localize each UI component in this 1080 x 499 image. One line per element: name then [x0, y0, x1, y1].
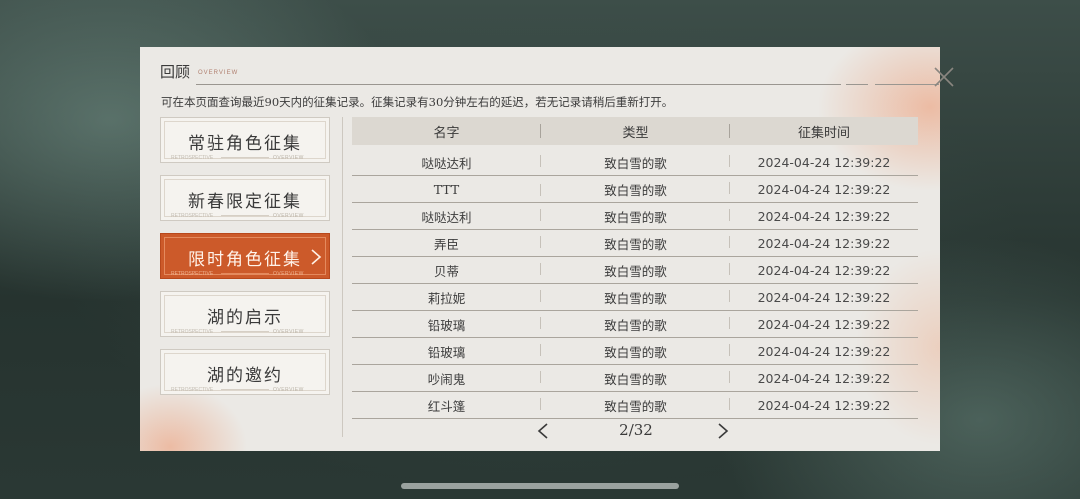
tab-new-year-recruit[interactable]: 新春限定征集 RETROSPECTIVE OVERVIEW — [160, 175, 330, 221]
cell-time: 2024-04-24 12:39:22 — [757, 235, 891, 251]
tab-limited-recruit[interactable]: 限时角色征集 RETROSPECTIVE OVERVIEW — [160, 233, 330, 279]
tab-deco-left: RETROSPECTIVE — [171, 387, 214, 393]
vertical-divider — [342, 117, 343, 437]
cell-type: 致白雪的歌 — [541, 180, 730, 199]
cell-time: 2024-04-24 12:39:22 — [757, 181, 891, 197]
title-divider — [196, 84, 841, 85]
table-row: 哒哒达利 致白雪的歌 2024-04-24 12:39:22 — [352, 149, 918, 176]
title-divider-short — [846, 84, 868, 85]
tab-label: 湖的邀约 — [207, 366, 283, 386]
title-divider-end — [875, 84, 939, 85]
close-icon — [934, 67, 954, 87]
category-tabs: 常驻角色征集 RETROSPECTIVE OVERVIEW 新春限定征集 RET… — [160, 117, 330, 407]
cell-time: 2024-04-24 12:39:22 — [757, 289, 891, 305]
cell-time: 2024-04-24 12:39:22 — [757, 262, 891, 278]
prev-page-button[interactable] — [536, 421, 550, 441]
panel-title: 回顾 — [160, 63, 191, 81]
cell-name: 哒哒达利 — [352, 207, 541, 226]
tab-deco-line — [221, 215, 269, 216]
cell-name: 铅玻璃 — [352, 315, 541, 334]
tab-deco-left: RETROSPECTIVE — [171, 271, 214, 277]
cell-type: 致白雪的歌 — [541, 288, 730, 307]
cell-type: 致白雪的歌 — [541, 369, 730, 388]
cell-type: 致白雪的歌 — [541, 396, 730, 415]
cell-name: 铅玻璃 — [352, 342, 541, 361]
cell-name: 哒哒达利 — [352, 153, 541, 172]
cell-time: 2024-04-24 12:39:22 — [757, 154, 891, 170]
cell-type: 致白雪的歌 — [541, 315, 730, 334]
cell-time: 2024-04-24 12:39:22 — [757, 370, 891, 386]
panel-subtitle: OVERVIEW — [198, 70, 239, 76]
cell-name: 吵闹鬼 — [352, 369, 541, 388]
table-body: 哒哒达利 致白雪的歌 2024-04-24 12:39:22 TTT 致白雪的歌… — [352, 149, 918, 419]
table-row: 贝蒂 致白雪的歌 2024-04-24 12:39:22 — [352, 257, 918, 284]
cell-name: 莉拉妮 — [352, 288, 541, 307]
table-row: TTT 致白雪的歌 2024-04-24 12:39:22 — [352, 176, 918, 203]
cell-type: 致白雪的歌 — [541, 153, 730, 172]
table-row: 莉拉妮 致白雪的歌 2024-04-24 12:39:22 — [352, 284, 918, 311]
table-row: 哒哒达利 致白雪的歌 2024-04-24 12:39:22 — [352, 203, 918, 230]
tab-deco-line — [221, 157, 269, 158]
table-row: 吵闹鬼 致白雪的歌 2024-04-24 12:39:22 — [352, 365, 918, 392]
cell-time: 2024-04-24 12:39:22 — [757, 208, 891, 224]
cell-name: 贝蒂 — [352, 261, 541, 280]
cell-type: 致白雪的歌 — [541, 234, 730, 253]
tab-deco: OVERVIEW — [273, 213, 304, 219]
tab-label: 限时角色征集 — [188, 250, 302, 270]
records-table: 名字 类型 征集时间 哒哒达利 致白雪的歌 2024-04-24 12:39:2… — [352, 117, 918, 419]
tab-label: 湖的启示 — [207, 308, 283, 328]
panel-header: 回顾 OVERVIEW — [160, 61, 954, 87]
table-row: 红斗篷 致白雪的歌 2024-04-24 12:39:22 — [352, 392, 918, 419]
pagination: 2/32 — [536, 419, 736, 443]
chevron-right-icon — [311, 249, 322, 265]
tab-deco-line — [221, 273, 269, 274]
table-row: 铅玻璃 致白雪的歌 2024-04-24 12:39:22 — [352, 311, 918, 338]
tab-deco-line — [221, 389, 269, 390]
tab-deco-left: RETROSPECTIVE — [171, 155, 214, 161]
tab-lake-revelation[interactable]: 湖的启示 RETROSPECTIVE OVERVIEW — [160, 291, 330, 337]
history-panel: 回顾 OVERVIEW 可在本页面查询最近90天内的征集记录。征集记录有30分钟… — [140, 47, 954, 451]
tab-label: 常驻角色征集 — [188, 134, 302, 154]
column-header-name: 名字 — [352, 122, 541, 141]
home-indicator[interactable] — [401, 483, 679, 489]
cell-type: 致白雪的歌 — [541, 261, 730, 280]
column-header-time: 征集时间 — [797, 125, 850, 141]
close-button[interactable] — [932, 65, 956, 89]
cell-type: 致白雪的歌 — [541, 207, 730, 226]
cell-name: 弄臣 — [352, 234, 541, 253]
cell-name: 红斗篷 — [352, 396, 541, 415]
chevron-left-icon — [537, 423, 548, 439]
table-row: 铅玻璃 致白雪的歌 2024-04-24 12:39:22 — [352, 338, 918, 365]
tab-deco: OVERVIEW — [273, 387, 304, 393]
tab-lake-invitation[interactable]: 湖的邀约 RETROSPECTIVE OVERVIEW — [160, 349, 330, 395]
cell-name: TTT — [352, 182, 541, 197]
cell-type: 致白雪的歌 — [541, 342, 730, 361]
tab-deco: OVERVIEW — [273, 155, 304, 161]
chevron-right-icon — [718, 423, 729, 439]
tab-deco-left: RETROSPECTIVE — [171, 329, 214, 335]
next-page-button[interactable] — [716, 421, 730, 441]
page-indicator: 2/32 — [619, 421, 653, 439]
column-header-type: 类型 — [541, 122, 730, 141]
cell-time: 2024-04-24 12:39:22 — [757, 397, 891, 413]
table-header: 名字 类型 征集时间 — [352, 117, 918, 145]
tab-deco-left: RETROSPECTIVE — [171, 213, 214, 219]
notice-text: 可在本页面查询最近90天内的征集记录。征集记录有30分钟左右的延迟，若无记录请稍… — [161, 95, 674, 109]
tab-standard-recruit[interactable]: 常驻角色征集 RETROSPECTIVE OVERVIEW — [160, 117, 330, 163]
cell-time: 2024-04-24 12:39:22 — [757, 316, 891, 332]
tab-deco: OVERVIEW — [273, 329, 304, 335]
tab-deco-line — [221, 331, 269, 332]
cell-time: 2024-04-24 12:39:22 — [757, 343, 891, 359]
tab-deco: OVERVIEW — [273, 271, 304, 277]
table-row: 弄臣 致白雪的歌 2024-04-24 12:39:22 — [352, 230, 918, 257]
tab-label: 新春限定征集 — [188, 192, 302, 212]
